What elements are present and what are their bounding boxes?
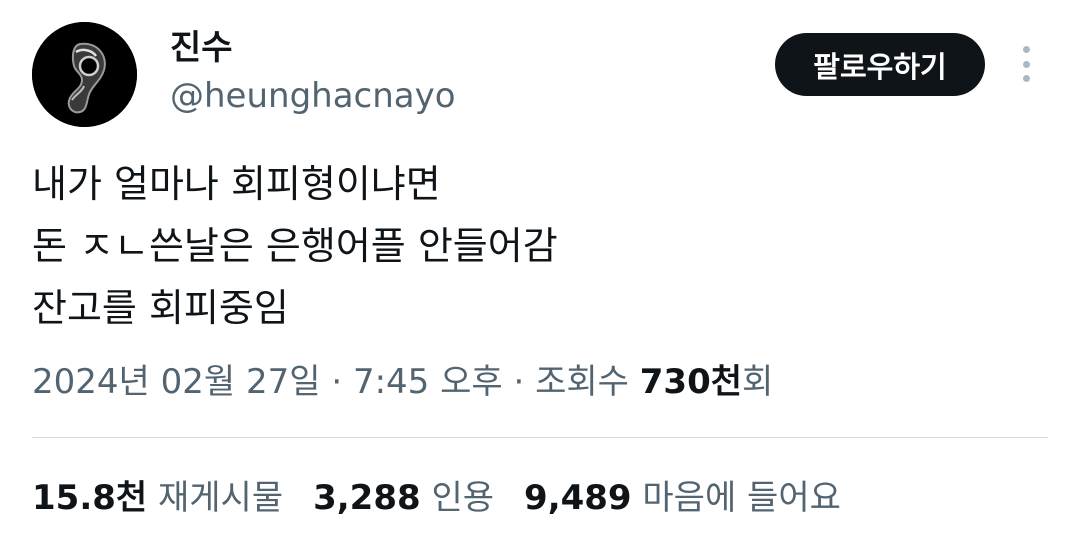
tweet-text: 내가 얼마나 회피형이냐면 돈 ㅈㄴ쓴날은 은행어플 안들어감 잔고를 회피중임 bbox=[32, 153, 1042, 339]
follow-button[interactable]: 팔로우하기 bbox=[775, 33, 985, 96]
views-count[interactable]: 730천 bbox=[640, 362, 742, 402]
views-suffix: 회 bbox=[742, 362, 774, 402]
retweets-stat[interactable]: 15.8천 재게시물 bbox=[32, 474, 283, 522]
quotes-label: 인용 bbox=[431, 478, 495, 518]
tweet-line: 돈 ㅈㄴ쓴날은 은행어플 안들어감 bbox=[32, 224, 558, 268]
likes-count: 9,489 bbox=[524, 478, 632, 518]
display-name[interactable]: 진수 bbox=[170, 28, 233, 68]
tweet-time[interactable]: 7:45 오후 bbox=[353, 362, 503, 402]
more-dot-icon bbox=[1022, 75, 1030, 82]
tweet-line: 내가 얼마나 회피형이냐면 bbox=[32, 162, 441, 206]
likes-stat[interactable]: 9,489 마음에 들어요 bbox=[524, 474, 841, 522]
tweet-line: 잔고를 회피중임 bbox=[32, 286, 289, 330]
divider bbox=[32, 437, 1048, 438]
quotes-count: 3,288 bbox=[313, 478, 421, 518]
more-options-button[interactable] bbox=[1008, 42, 1044, 86]
dark-spiral-avatar-icon bbox=[32, 22, 137, 127]
tweet-date[interactable]: 2024년 02월 27일 bbox=[32, 362, 321, 402]
likes-label: 마음에 들어요 bbox=[642, 478, 841, 518]
quotes-stat[interactable]: 3,288 인용 bbox=[313, 474, 494, 522]
meta-separator: · bbox=[502, 362, 536, 402]
retweets-count: 15.8천 bbox=[32, 478, 148, 518]
avatar[interactable] bbox=[32, 22, 137, 127]
views-label: 조회수 bbox=[535, 362, 640, 402]
engagement-stats: 15.8천 재게시물 3,288 인용 9,489 마음에 들어요 bbox=[32, 474, 841, 522]
user-handle[interactable]: @heunghacnayo bbox=[170, 76, 456, 116]
meta-separator: · bbox=[320, 362, 353, 402]
tweet-meta: 2024년 02월 27일 · 7:45 오후 · 조회수 730천회 bbox=[32, 358, 773, 406]
more-dot-icon bbox=[1022, 60, 1030, 68]
retweets-label: 재게시물 bbox=[157, 478, 284, 518]
more-dot-icon bbox=[1022, 46, 1030, 53]
